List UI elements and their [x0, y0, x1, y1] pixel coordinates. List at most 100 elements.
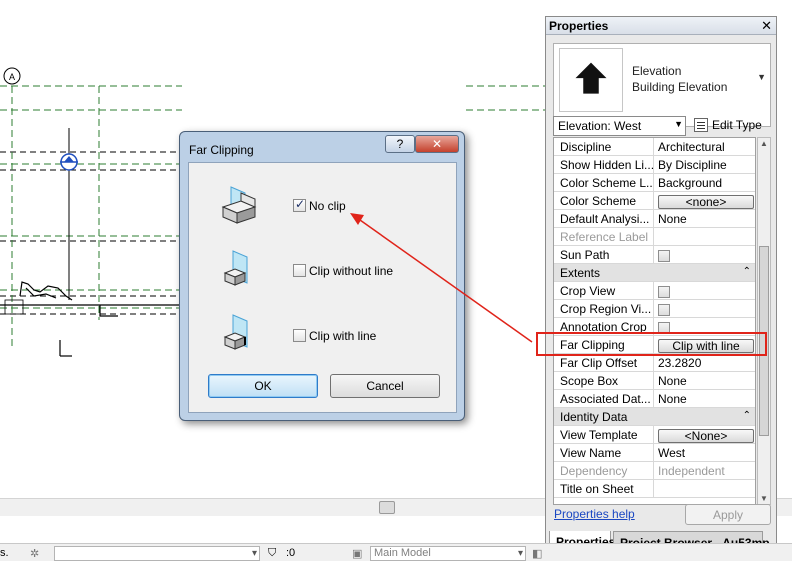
property-row[interactable]: Sun Path [554, 246, 755, 264]
property-name: Crop Region Vi... [554, 300, 654, 318]
design-options-value: Main Model [374, 547, 431, 559]
type-dropdown-icon[interactable]: ▼ [757, 72, 766, 82]
workset-dropdown[interactable] [54, 546, 260, 561]
property-row[interactable]: View Template <None> [554, 426, 755, 444]
type-family: Elevation [632, 64, 682, 78]
collapse-chevron-icon[interactable]: ⌃ [743, 266, 751, 277]
grid-bubble-label: A [9, 72, 15, 82]
property-value[interactable]: 23.2820 [655, 354, 755, 372]
dialog-help-button[interactable]: ? [385, 135, 415, 153]
selection-count: :0 [286, 547, 296, 559]
property-name: Scope Box [554, 372, 654, 390]
property-value[interactable]: West [655, 444, 755, 462]
option-clip-with-line[interactable]: Clip with line [293, 329, 376, 343]
property-name: Reference Label [554, 228, 654, 246]
property-value[interactable]: None [655, 390, 755, 408]
property-row[interactable]: Associated Dat... None [554, 390, 755, 408]
property-name: Color Scheme L... [554, 174, 654, 192]
clip-with-line-checkbox[interactable] [293, 329, 306, 342]
property-checkbox-cell[interactable] [655, 246, 755, 264]
property-value[interactable]: Architectural [655, 138, 755, 156]
property-checkbox[interactable] [658, 286, 670, 298]
design-option-icon[interactable]: ▣ [352, 547, 362, 560]
properties-vertical-scrollbar[interactable]: ▲ ▼ [757, 137, 771, 505]
cancel-button[interactable]: Cancel [330, 374, 440, 398]
apply-button[interactable]: Apply [685, 504, 771, 525]
property-checkbox-cell[interactable] [655, 300, 755, 318]
property-checkbox-cell[interactable] [655, 282, 755, 300]
property-name: View Name [554, 444, 654, 462]
filter-icon[interactable]: ⛉ [268, 547, 276, 560]
property-value[interactable]: None [655, 372, 755, 390]
property-name: Associated Dat... [554, 390, 654, 408]
property-value[interactable] [655, 228, 755, 246]
workset-icon[interactable]: ✲ [30, 547, 39, 560]
properties-titlebar[interactable]: Properties ✕ [546, 17, 776, 35]
property-name: Crop View [554, 282, 654, 300]
option-clip-without-line[interactable]: Clip without line [293, 264, 393, 278]
property-name: Dependency [554, 462, 654, 480]
property-checkbox[interactable] [658, 304, 670, 316]
properties-title: Properties [549, 19, 609, 33]
instance-filter-dropdown[interactable]: Elevation: West ▼ [553, 116, 686, 136]
property-button-cell[interactable]: <none> [655, 192, 755, 210]
property-row[interactable]: Show Hidden Li... By Discipline [554, 156, 755, 174]
collapse-chevron-icon[interactable]: ⌃ [743, 410, 751, 421]
option-no-clip[interactable]: No clip [293, 197, 346, 213]
scroll-down-icon[interactable]: ▼ [760, 494, 768, 503]
property-group-header[interactable]: Extents ⌃ [554, 264, 755, 282]
property-name: Default Analysi... [554, 210, 654, 228]
chevron-down-icon: ▼ [674, 119, 683, 129]
scroll-up-icon[interactable]: ▲ [760, 139, 768, 148]
ok-button[interactable]: OK [208, 374, 318, 398]
property-value[interactable] [655, 480, 755, 498]
property-row[interactable]: Scope Box None [554, 372, 755, 390]
property-row[interactable]: Default Analysi... None [554, 210, 755, 228]
property-row[interactable]: Crop Region Vi... [554, 300, 755, 318]
property-checkbox[interactable] [658, 250, 670, 262]
clip-with-line-icon [223, 314, 248, 350]
design-options-dropdown[interactable]: Main Model [370, 546, 526, 561]
property-group-header[interactable]: Identity Data ⌃ [554, 408, 755, 426]
property-value[interactable]: By Discipline [655, 156, 755, 174]
property-name: Show Hidden Li... [554, 156, 654, 174]
property-row[interactable]: Crop View [554, 282, 755, 300]
type-selector[interactable]: Elevation Building Elevation ▼ [553, 43, 771, 127]
group-label: Extents [560, 266, 601, 280]
property-value-button[interactable]: <None> [658, 429, 754, 443]
edit-type-label: Edit Type [712, 118, 762, 132]
edit-type-button[interactable]: Edit Type [694, 116, 772, 136]
property-row[interactable]: Far Clip Offset 23.2820 [554, 354, 755, 372]
property-row[interactable]: Color Scheme <none> [554, 192, 755, 210]
type-name: Building Elevation [632, 80, 728, 94]
property-name: Color Scheme [554, 192, 654, 210]
properties-help-link[interactable]: Properties help [554, 507, 635, 521]
property-row[interactable]: Reference Label [554, 228, 755, 246]
no-clip-icon [221, 186, 257, 224]
option-label: Clip without line [309, 264, 394, 278]
property-name: Title on Sheet [554, 480, 654, 498]
horizontal-scroll-thumb[interactable] [379, 501, 395, 514]
property-row[interactable]: View Name West [554, 444, 755, 462]
property-row[interactable]: Title on Sheet [554, 480, 755, 498]
group-label: Identity Data [560, 410, 628, 424]
property-value-button[interactable]: <none> [658, 195, 754, 209]
property-row[interactable]: Color Scheme L... Background [554, 174, 755, 192]
no-clip-checkbox[interactable] [293, 197, 306, 212]
far-clipping-highlight-box [536, 332, 767, 356]
dialog-close-button[interactable]: ✕ [415, 135, 459, 153]
property-value[interactable]: Background [655, 174, 755, 192]
property-row[interactable]: Discipline Architectural [554, 138, 755, 156]
property-name: Discipline [554, 138, 654, 156]
property-button-cell[interactable]: <None> [655, 426, 755, 444]
properties-grid: Discipline Architectural Show Hidden Li...… [553, 137, 756, 505]
properties-close-icon[interactable]: ✕ [761, 18, 772, 34]
exclude-options-icon[interactable]: ◧ [532, 547, 542, 560]
property-value[interactable]: Independent [655, 462, 755, 480]
clip-without-line-checkbox[interactable] [293, 264, 306, 277]
status-text: s. [0, 547, 9, 559]
property-row[interactable]: Dependency Independent [554, 462, 755, 480]
property-value[interactable]: None [655, 210, 755, 228]
property-name: Far Clip Offset [554, 354, 654, 372]
instance-filter-value: Elevation: West [558, 119, 642, 133]
